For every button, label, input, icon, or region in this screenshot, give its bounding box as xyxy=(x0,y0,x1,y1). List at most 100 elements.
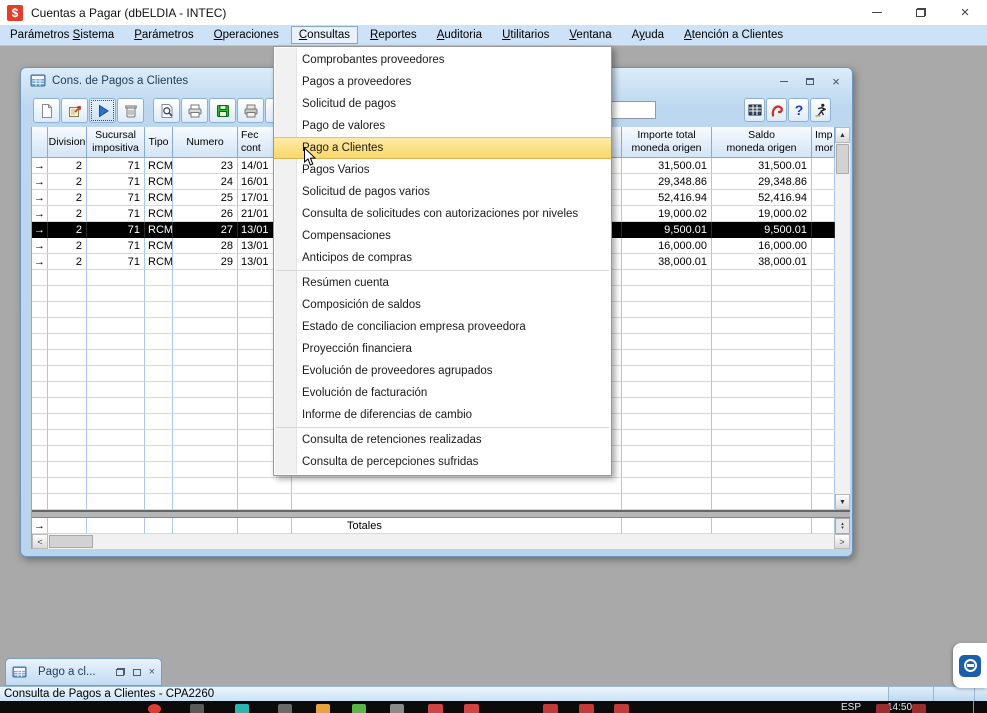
cell-tipo xyxy=(145,430,173,446)
child-maximize-button[interactable] xyxy=(803,75,817,87)
minimized-window-pago[interactable]: Pago a cl... × xyxy=(5,658,162,686)
cell-tipo: RCM xyxy=(145,190,173,206)
scroll-right-button[interactable]: > xyxy=(834,534,850,549)
taskbar[interactable]: ESP 14:50 xyxy=(0,701,987,713)
menu-item-parametros[interactable]: Parámetros xyxy=(126,26,201,44)
taskbar-icon[interactable] xyxy=(579,704,594,713)
tray-clock[interactable]: 14:50 xyxy=(887,702,912,713)
dropdown-item-compensaciones[interactable]: Compensaciones xyxy=(274,225,611,247)
dropdown-item-pago-a-clientes[interactable]: Pago a Clientes xyxy=(274,137,611,159)
cell-sel xyxy=(32,446,48,462)
taskbar-icon[interactable] xyxy=(190,704,204,713)
dropdown-item-pagos-varios[interactable]: Pagos Varios xyxy=(274,159,611,181)
taskbar-icon[interactable] xyxy=(390,704,404,713)
horizontal-scroll-thumb[interactable] xyxy=(49,535,93,548)
taskbar-icon[interactable] xyxy=(428,704,443,713)
column-header-importe[interactable]: Importe totalmoneda origen xyxy=(622,127,712,158)
column-header-saldo[interactable]: Saldomoneda origen xyxy=(712,127,812,158)
scroll-down-button[interactable]: ▼ xyxy=(835,494,850,510)
dropdown-item-anticipos-de-compras[interactable]: Anticipos de compras xyxy=(274,247,611,269)
new-document-button[interactable] xyxy=(33,98,60,123)
column-header-sel[interactable] xyxy=(32,127,48,158)
totals-cell-sucursal xyxy=(87,518,145,534)
dropdown-item-proyeccion-financiera[interactable]: Proyección financiera xyxy=(274,338,611,360)
column-header-tipo[interactable]: Tipo xyxy=(145,127,173,158)
maximize-icon[interactable] xyxy=(133,669,141,676)
cell-saldo xyxy=(712,350,812,366)
menu-item-consultas[interactable]: Consultas xyxy=(291,26,358,44)
tray-language[interactable]: ESP xyxy=(841,702,861,713)
exit-button[interactable] xyxy=(810,98,831,122)
dropdown-item-solicitud-de-pagos-varios[interactable]: Solicitud de pagos varios xyxy=(274,181,611,203)
taskbar-icon[interactable] xyxy=(614,704,629,713)
close-button[interactable]: × xyxy=(943,0,987,25)
child-close-button[interactable]: × xyxy=(829,75,843,87)
taskbar-icon[interactable] xyxy=(543,704,558,713)
side-panel-handle[interactable] xyxy=(953,643,987,688)
totals-spinner[interactable]: ▴▾ xyxy=(835,518,850,534)
dropdown-item-consulta-de-retenciones-realizadas[interactable]: Consulta de retenciones realizadas xyxy=(274,429,611,451)
vertical-scroll-thumb[interactable] xyxy=(836,144,849,174)
taskbar-icon[interactable] xyxy=(235,704,249,713)
cell-sucursal xyxy=(87,382,145,398)
taskbar-icon[interactable] xyxy=(876,704,890,713)
dropdown-item-comprobantes-proveedores[interactable]: Comprobantes proveedores xyxy=(274,49,611,71)
column-header-sucursal[interactable]: Sucursalimpositiva xyxy=(87,127,145,158)
context-help-button[interactable] xyxy=(766,98,787,122)
dropdown-item-evolucion-de-facturacion[interactable]: Evolución de facturación xyxy=(274,382,611,404)
print-setup-button[interactable] xyxy=(237,98,264,123)
table-row-empty[interactable] xyxy=(32,494,835,510)
cell-importe xyxy=(622,318,712,334)
menu-item-operaciones[interactable]: Operaciones xyxy=(206,26,287,44)
preview-button[interactable] xyxy=(153,98,180,123)
taskbar-icon[interactable] xyxy=(316,704,330,713)
dropdown-item-pago-de-valores[interactable]: Pago de valores xyxy=(274,115,611,137)
column-header-division[interactable]: Division xyxy=(48,127,87,158)
column-header-imp2[interactable]: Impmor xyxy=(812,127,835,158)
taskbar-icon[interactable] xyxy=(464,704,479,713)
minimize-button[interactable] xyxy=(855,0,899,25)
taskbar-icon[interactable] xyxy=(278,704,292,713)
child-minimize-button[interactable] xyxy=(777,75,791,87)
menu-item-auditoria[interactable]: Auditoria xyxy=(429,26,490,44)
menu-item-reportes[interactable]: Reportes xyxy=(362,26,425,44)
taskbar-icon[interactable] xyxy=(352,704,366,713)
cell-sucursal xyxy=(87,270,145,286)
table-row-empty[interactable] xyxy=(32,478,835,494)
status-text: Consulta de Pagos a Clientes - CPA2260 xyxy=(0,688,214,700)
menu-item-parametros-sistema[interactable]: Parámetros Sistema xyxy=(2,26,122,44)
print-button[interactable] xyxy=(181,98,208,123)
cell-saldo: 9,500.01 xyxy=(712,222,812,238)
restore-button[interactable] xyxy=(899,0,943,25)
dropdown-item-resumen-cuenta[interactable]: Resúmen cuenta xyxy=(274,272,611,294)
menu-item-ayuda[interactable]: Ayuda xyxy=(624,26,672,44)
dropdown-item-composicion-de-saldos[interactable]: Composición de saldos xyxy=(274,294,611,316)
dropdown-item-consulta-de-solicitudes-con-autorizaciones-por-niveles[interactable]: Consulta de solicitudes con autorizacion… xyxy=(274,203,611,225)
close-icon[interactable]: × xyxy=(149,667,155,678)
taskbar-icon[interactable] xyxy=(912,704,926,713)
menu-item-utilitarios[interactable]: Utilitarios xyxy=(494,26,557,44)
menu-item-atencion-a-clientes[interactable]: Atención a Clientes xyxy=(676,26,791,44)
scroll-up-button[interactable]: ▲ xyxy=(835,127,850,143)
modify-record-button[interactable] xyxy=(61,98,88,123)
table-grid-button[interactable] xyxy=(744,98,765,122)
help-button[interactable]: ? xyxy=(788,98,809,122)
dropdown-item-pagos-a-proveedores[interactable]: Pagos a proveedores xyxy=(274,71,611,93)
save-button[interactable] xyxy=(209,98,236,123)
taskbar-icon[interactable] xyxy=(148,704,161,713)
dropdown-item-consulta-de-percepciones-sufridas[interactable]: Consulta de percepciones sufridas xyxy=(274,451,611,473)
cell-imp2 xyxy=(812,286,835,302)
run-query-button[interactable] xyxy=(89,98,116,123)
delete-button[interactable] xyxy=(117,98,144,123)
column-header-numero[interactable]: Numero xyxy=(173,127,238,158)
scroll-left-button[interactable]: < xyxy=(32,534,48,549)
menu-item-ventana[interactable]: Ventana xyxy=(561,26,619,44)
context-help-icon xyxy=(769,102,785,118)
grid-splitter[interactable] xyxy=(32,510,850,518)
dropdown-item-solicitud-de-pagos[interactable]: Solicitud de pagos xyxy=(274,93,611,115)
dropdown-item-evolucion-de-proveedores-agrupados[interactable]: Evolución de proveedores agrupados xyxy=(274,360,611,382)
window-title: Cuentas a Pagar (dbELDIA - INTEC) xyxy=(31,6,226,20)
dropdown-item-estado-de-conciliacion-empresa-proveedora[interactable]: Estado de conciliacion empresa proveedor… xyxy=(274,316,611,338)
dropdown-item-informe-de-diferencias-de-cambio[interactable]: Informe de diferencias de cambio xyxy=(274,404,611,426)
restore-icon[interactable] xyxy=(116,668,125,676)
